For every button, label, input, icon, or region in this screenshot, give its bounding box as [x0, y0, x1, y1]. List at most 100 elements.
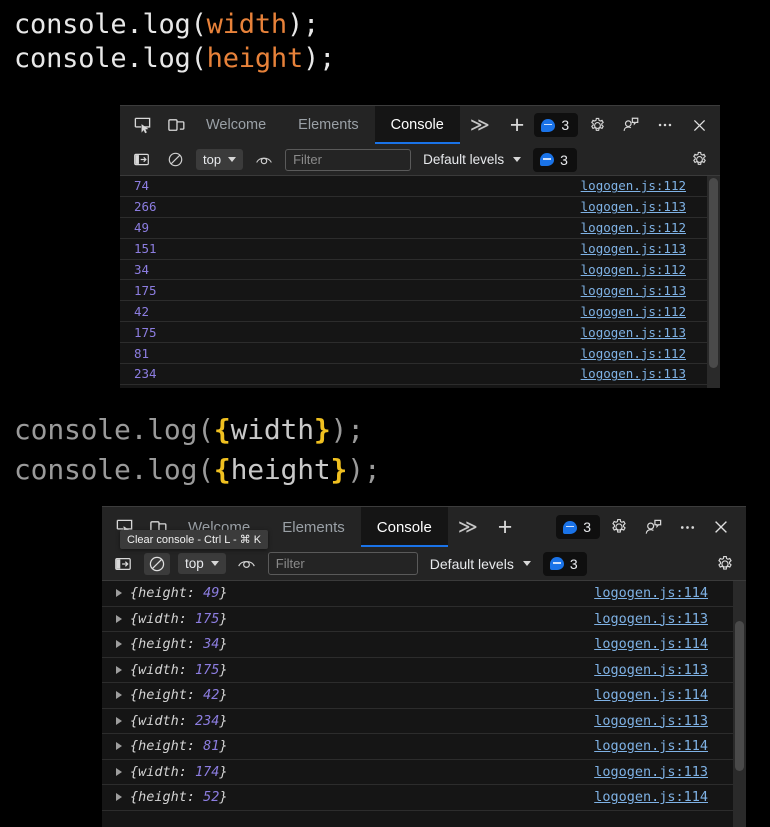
add-tab-icon[interactable]: +: [488, 507, 523, 547]
console-message-source-link[interactable]: logogen.js:113: [581, 241, 686, 256]
console-message-source-link[interactable]: logogen.js:112: [581, 304, 686, 319]
console-message-source-link[interactable]: logogen.js:112: [581, 262, 686, 277]
live-expression-icon[interactable]: [251, 149, 277, 171]
tab-elements[interactable]: Elements: [266, 507, 361, 547]
feedback-icon[interactable]: [638, 512, 668, 542]
disclosure-triangle-icon[interactable]: [116, 589, 122, 597]
console-sidebar-toggle-icon[interactable]: [128, 149, 154, 171]
device-toolbar-icon[interactable]: [162, 111, 190, 139]
console-message-source-link[interactable]: logogen.js:113: [581, 325, 686, 340]
disclosure-triangle-icon[interactable]: [116, 793, 122, 801]
more-options-icon[interactable]: [672, 512, 702, 542]
console-scrollbar-thumb[interactable]: [735, 621, 744, 771]
tab-elements[interactable]: Elements: [282, 106, 374, 144]
console-message-row[interactable]: {width: 175}logogen.js:113: [102, 658, 746, 684]
settings-gear-icon[interactable]: [582, 110, 612, 140]
console-message-row[interactable]: 175logogen.js:113: [120, 280, 720, 301]
console-message-source-link[interactable]: logogen.js:113: [581, 199, 686, 214]
console-message-row[interactable]: {height: 49} logogen.js:114: [102, 581, 746, 607]
disclosure-triangle-icon[interactable]: [116, 666, 122, 674]
console-message-source-link[interactable]: logogen.js:112: [581, 346, 686, 361]
console-message-source-link[interactable]: logogen.js:113: [581, 283, 686, 298]
console-message-list[interactable]: 74logogen.js:112266logogen.js:11349logog…: [120, 176, 720, 388]
console-settings-gear-icon[interactable]: [712, 553, 738, 575]
console-message-row[interactable]: {height: 34}logogen.js:114: [102, 632, 746, 658]
object-close-brace: }: [219, 636, 227, 652]
console-sidebar-toggle-icon[interactable]: [110, 553, 136, 575]
object-key: {height:: [130, 636, 203, 652]
settings-gear-icon[interactable]: [604, 512, 634, 542]
console-message-source-link[interactable]: logogen.js:113: [594, 662, 708, 678]
console-message-row[interactable]: 151logogen.js:113: [120, 239, 720, 260]
issues-badge[interactable]: 3: [556, 515, 600, 539]
code-line: console.log(width);: [14, 8, 335, 42]
execution-context-selector[interactable]: top: [178, 553, 226, 574]
console-message-source-link[interactable]: logogen.js:113: [594, 611, 708, 627]
console-message-source-link[interactable]: logogen.js:114: [594, 687, 708, 703]
console-message-source-link[interactable]: logogen.js:114: [594, 585, 708, 601]
tab-console[interactable]: Console: [361, 507, 448, 547]
console-message-row[interactable]: {height: 42}logogen.js:114: [102, 683, 746, 709]
issues-count: 3: [583, 519, 591, 535]
console-scrollbar[interactable]: [707, 176, 720, 388]
console-message-row[interactable]: {width: 175}logogen.js:113: [102, 607, 746, 633]
clear-console-icon[interactable]: [162, 149, 188, 171]
console-message-row[interactable]: 49logogen.js:112: [120, 218, 720, 239]
issues-badge[interactable]: 3: [534, 113, 578, 137]
console-scrollbar-thumb[interactable]: [709, 178, 718, 368]
disclosure-triangle-icon[interactable]: [116, 768, 122, 776]
disclosure-triangle-icon[interactable]: [116, 717, 122, 725]
console-message-source-link[interactable]: logogen.js:114: [594, 738, 708, 754]
more-options-icon[interactable]: [650, 110, 680, 140]
disclosure-triangle-icon[interactable]: [116, 615, 122, 623]
console-message-row[interactable]: 74logogen.js:112: [120, 176, 720, 197]
console-message-text: 42: [134, 304, 149, 319]
close-devtools-icon[interactable]: [684, 110, 714, 140]
console-message-source-link[interactable]: logogen.js:114: [594, 789, 708, 805]
console-message-row[interactable]: {height: 52}logogen.js:114: [102, 785, 746, 811]
live-expression-icon[interactable]: [234, 553, 260, 575]
console-settings-area: [686, 149, 712, 171]
console-message-source-link[interactable]: logogen.js:112: [581, 178, 686, 193]
console-message-row[interactable]: 266logogen.js:113: [120, 197, 720, 218]
console-filter-input[interactable]: [285, 149, 411, 171]
more-tabs-icon[interactable]: ≫: [460, 106, 500, 144]
console-scrollbar[interactable]: [733, 581, 746, 827]
console-filter-input[interactable]: [268, 552, 418, 575]
console-message-row[interactable]: 81logogen.js:112: [120, 343, 720, 364]
disclosure-triangle-icon[interactable]: [116, 691, 122, 699]
console-message-source-link[interactable]: logogen.js:113: [581, 366, 686, 381]
tab-label: Elements: [282, 519, 345, 536]
add-tab-icon[interactable]: +: [500, 106, 535, 144]
console-message-row[interactable]: 42 logogen.js:112: [120, 301, 720, 322]
screenshot-root: console.log(width);console.log(height);: [0, 0, 770, 827]
disclosure-triangle-icon[interactable]: [116, 742, 122, 750]
tab-welcome[interactable]: Welcome: [190, 106, 282, 144]
console-message-source-link[interactable]: logogen.js:114: [594, 636, 708, 652]
log-levels-selector[interactable]: Default levels: [426, 556, 535, 572]
console-message-source-link[interactable]: logogen.js:112: [581, 220, 686, 235]
clear-console-icon[interactable]: [144, 553, 170, 575]
more-tabs-icon[interactable]: ≫: [448, 507, 488, 547]
console-message-row[interactable]: 234logogen.js:113: [120, 364, 720, 385]
close-devtools-icon[interactable]: [706, 512, 736, 542]
console-message-source-link[interactable]: logogen.js:113: [594, 764, 708, 780]
console-message-source-link[interactable]: logogen.js:113: [594, 713, 708, 729]
console-message-object: {height: 49}: [130, 585, 228, 601]
console-message-row[interactable]: {height: 81}logogen.js:114: [102, 734, 746, 760]
console-settings-gear-icon[interactable]: [686, 149, 712, 171]
code-token: console.log(: [14, 9, 207, 40]
console-message-row[interactable]: 34logogen.js:112: [120, 260, 720, 281]
log-levels-selector[interactable]: Default levels: [419, 152, 525, 167]
console-message-row[interactable]: {width: 234}logogen.js:113: [102, 709, 746, 735]
tab-console[interactable]: Console: [375, 106, 460, 144]
console-message-row[interactable]: 175logogen.js:113: [120, 322, 720, 343]
execution-context-selector[interactable]: top: [196, 149, 243, 170]
console-message-list[interactable]: {height: 49} logogen.js:114 {width: 175}lo…: [102, 581, 746, 827]
feedback-icon[interactable]: [616, 110, 646, 140]
console-messages-badge[interactable]: 3: [533, 148, 577, 172]
console-messages-badge[interactable]: 3: [543, 552, 587, 576]
inspect-element-icon[interactable]: [128, 111, 156, 139]
disclosure-triangle-icon[interactable]: [116, 640, 122, 648]
console-message-row[interactable]: {width: 174}logogen.js:113: [102, 760, 746, 786]
